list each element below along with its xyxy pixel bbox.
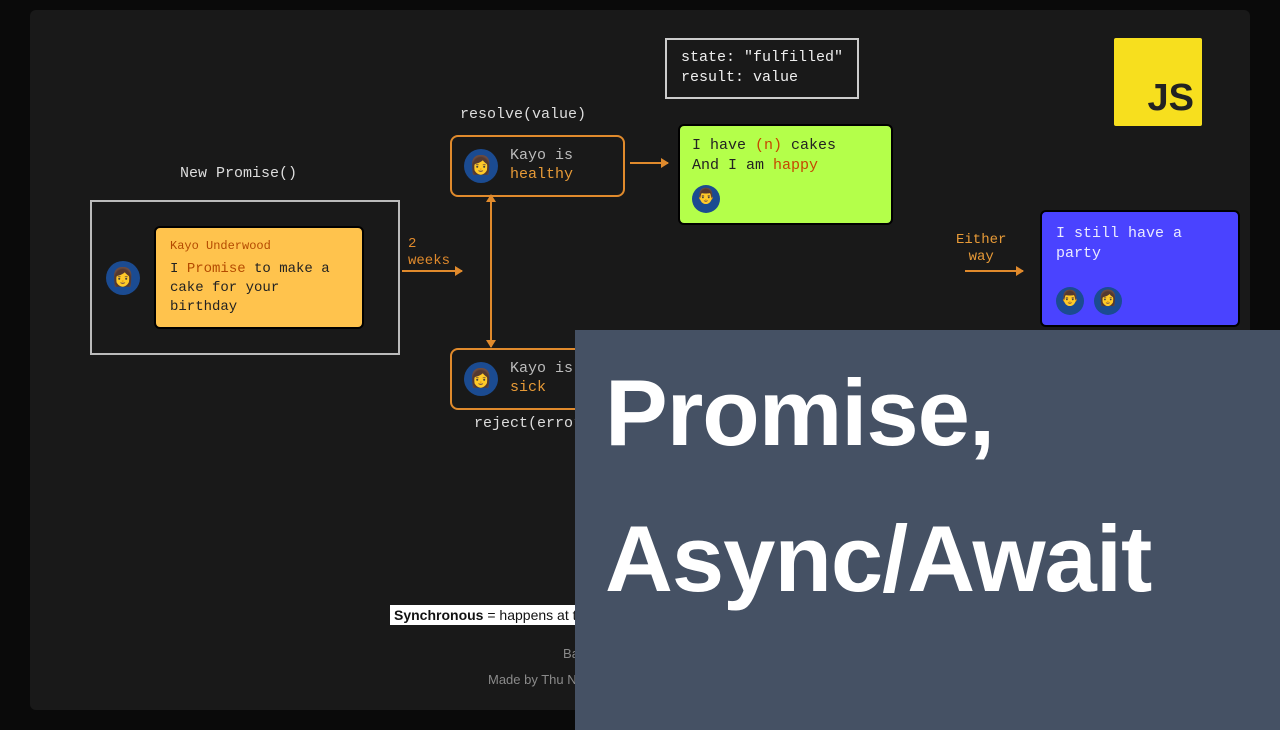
label-2-weeks-l1: 2 [408,236,450,253]
avatar-person-icon: 👨 [692,185,720,213]
promise-speech-card: Kayo Underwood I Promise to make a cake … [154,226,364,329]
speech-author: Kayo Underwood [170,238,348,254]
js-logo-text: JS [1148,77,1194,120]
label-either-way: Either way [956,232,1006,266]
party-box: I still have a party 👨 👩 [1040,210,1240,327]
arrow-icon [402,270,462,272]
state-fulfilled-box: state: "fulfilled" result: value [665,38,859,99]
result-line1: I have (n) cakes [692,136,879,156]
arrow-icon [630,162,668,164]
overlay-line1: Promise, [605,340,1265,486]
speech-keyword: Promise [187,261,246,277]
overlay-title-card: Promise, Async/Await [575,330,1280,730]
result-l2a: And I am [692,157,773,174]
party-avatars: 👨 👩 [1056,287,1224,315]
overlay-line2: Async/Await [605,486,1265,632]
label-reject: reject(error) [474,415,591,432]
arrow-icon [965,270,1023,272]
result-l2b: happy [773,157,818,174]
new-promise-box: 👩 Kayo Underwood I Promise to make a cak… [90,200,400,355]
label-2-weeks-l2: weeks [408,253,450,270]
card-healthy: 👩 Kayo is healthy [450,135,625,197]
label-either-l2: way [956,249,1006,266]
card-healthy-prefix: Kayo is [510,147,573,164]
sync-bold: Synchronous [394,607,483,623]
result-l1a: I have [692,137,755,154]
label-2-weeks: 2 weeks [408,236,450,270]
label-new-promise: New Promise() [180,165,297,182]
label-resolve: resolve(value) [460,106,586,123]
avatar-person-icon: 👩 [1094,287,1122,315]
card-sick-value: sick [510,379,546,396]
avatar-person-icon: 👨 [1056,287,1084,315]
js-logo: JS [1114,38,1202,126]
speech-pre: I [170,261,187,277]
card-healthy-value: healthy [510,166,573,183]
state-line2: result: value [681,68,843,88]
party-l2: party [1056,244,1224,264]
branch-vline-icon [490,195,492,347]
result-line2: And I am happy [692,156,879,176]
avatar-kayo-icon: 👩 [464,362,498,396]
avatar-kayo-icon: 👩 [106,261,140,295]
card-sick-text: Kayo is sick [510,360,573,398]
result-l1c: cakes [782,137,836,154]
avatar-kayo-icon: 👩 [464,149,498,183]
card-healthy-text: Kayo is healthy [510,147,573,185]
result-l1b: (n) [755,137,782,154]
result-box: I have (n) cakes And I am happy 👨 [678,124,893,225]
party-l1: I still have a [1056,224,1224,244]
state-line1: state: "fulfilled" [681,48,843,68]
card-sick-prefix: Kayo is [510,360,573,377]
label-either-l1: Either [956,232,1006,249]
